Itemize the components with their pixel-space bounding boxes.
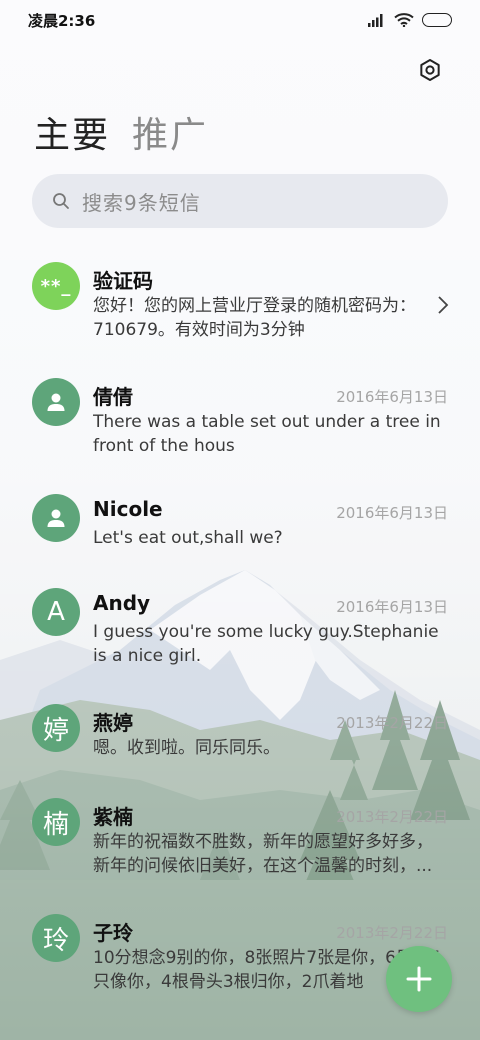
conversation-date: 2013年2月22日	[336, 808, 448, 826]
avatar: **_	[32, 262, 80, 310]
search-icon	[53, 193, 69, 209]
conversation-name: Andy	[93, 591, 151, 615]
status-icons	[368, 13, 452, 27]
gear-icon	[420, 59, 440, 81]
conversation-item[interactable]: **_ 验证码 您好！您的网上营业厅登录的随机密码为：710679。有效时间为3…	[0, 250, 480, 360]
avatar: 楠	[32, 798, 80, 846]
battery-icon	[422, 13, 452, 27]
conversation-preview: 嗯。收到啦。同乐同乐。	[93, 738, 280, 758]
conversation-preview: Let's eat out,shall we?	[93, 528, 283, 548]
conversation-name: 倩倩	[93, 385, 133, 409]
avatar: 婷	[32, 704, 80, 752]
conversation-name: Nicole	[93, 497, 163, 521]
conversation-item[interactable]: 倩倩 2016年6月13日 There was a table set out …	[0, 366, 480, 476]
conversation-name: 验证码	[93, 269, 153, 293]
conversation-name: 紫楠	[93, 805, 133, 829]
avatar-code-text: **_	[40, 275, 72, 297]
conversation-item[interactable]: A Andy 2016年6月13日 I guess you're some lu…	[0, 576, 480, 686]
conversation-date: 2016年6月13日	[336, 598, 448, 616]
avatar-initial: 婷	[42, 715, 69, 746]
compose-button[interactable]	[386, 946, 452, 1012]
conversation-preview: I guess you're some lucky guy.Stephanie …	[93, 622, 439, 666]
avatar	[32, 494, 80, 542]
plus-icon	[406, 966, 432, 992]
conversation-item[interactable]: 楠 紫楠 2013年2月22日 新年的祝福数不胜数，新年的愿望好多好多，新年的问…	[0, 786, 480, 896]
status-bar: 凌晨2:36	[0, 0, 480, 40]
avatar-initial: 玲	[42, 925, 69, 956]
chevron-right-icon[interactable]	[436, 294, 450, 316]
settings-button[interactable]	[416, 56, 444, 84]
person-icon	[47, 393, 65, 411]
tab-primary[interactable]: 主要	[34, 106, 110, 158]
conversation-date: 2013年2月22日	[336, 924, 448, 942]
conversation-date: 2013年2月22日	[336, 714, 448, 732]
person-icon	[47, 509, 65, 527]
conversation-name: 燕婷	[93, 711, 133, 735]
search-input[interactable]: 搜索9条短信	[32, 174, 448, 228]
wifi-icon	[394, 13, 414, 27]
tab-bar: 主要 推广	[34, 106, 208, 158]
conversation-preview: 新年的祝福数不胜数，新年的愿望好多好多，新年的问候依旧美好，在这个温馨的时刻，.…	[93, 832, 433, 876]
avatar-initial: A	[47, 597, 65, 627]
search-placeholder: 搜索9条短信	[82, 190, 201, 215]
conversation-item[interactable]: 婷 燕婷 2013年2月22日 嗯。收到啦。同乐同乐。	[0, 692, 480, 782]
conversation-preview: There was a table set out under a tree i…	[93, 412, 441, 456]
avatar: A	[32, 588, 80, 636]
conversation-name: 子玲	[93, 921, 133, 945]
avatar-initial: 楠	[42, 809, 69, 840]
status-time: 凌晨2:36	[28, 11, 96, 30]
signal-icon	[368, 14, 383, 27]
conversation-date: 2016年6月13日	[336, 388, 448, 406]
conversation-item[interactable]: Nicole 2016年6月13日 Let's eat out,shall we…	[0, 482, 480, 572]
avatar	[32, 378, 80, 426]
tab-promotions[interactable]: 推广	[132, 106, 208, 158]
conversation-date: 2016年6月13日	[336, 504, 448, 522]
conversation-preview: 您好！您的网上营业厅登录的随机密码为：710679。有效时间为3分钟	[93, 296, 416, 340]
avatar: 玲	[32, 914, 80, 962]
